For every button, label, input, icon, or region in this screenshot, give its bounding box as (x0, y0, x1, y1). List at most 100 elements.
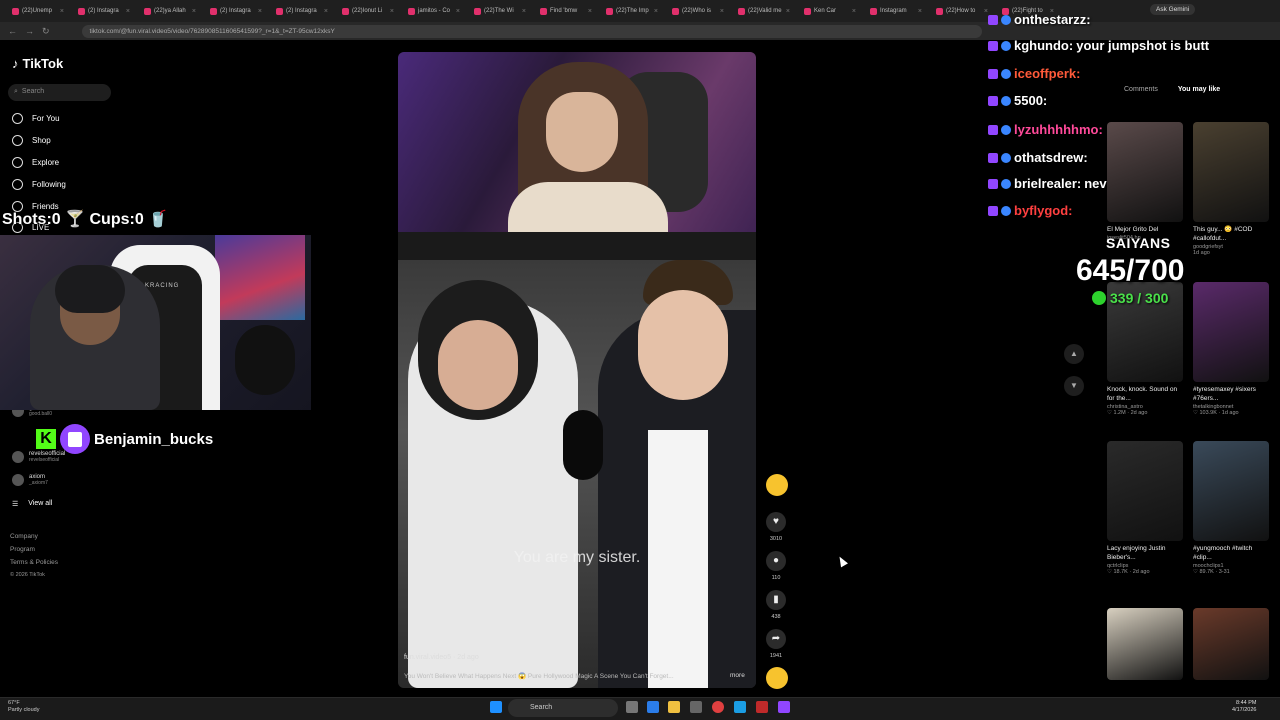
video-card-info[interactable]: This guy... 😳 #COD #callofdut... goodgrie… (1193, 226, 1271, 256)
tiktok-logo[interactable]: ♪ TikTok (12, 56, 63, 71)
close-icon[interactable]: × (126, 8, 130, 15)
browser-tab[interactable]: (22)Ionut Li × (336, 2, 400, 20)
video-thumbnail[interactable] (1193, 608, 1269, 680)
close-icon[interactable]: × (918, 8, 922, 15)
browser-tab[interactable]: (22)How to × (930, 2, 994, 20)
search-input[interactable]: ⌕ Search (8, 84, 111, 101)
close-icon[interactable]: × (522, 8, 526, 15)
comment-button[interactable]: ● 110 (766, 551, 786, 581)
tab-favicon-icon (474, 7, 481, 15)
heart-icon: ♥ (766, 512, 786, 532)
task-view-icon[interactable] (626, 701, 638, 713)
video-thumbnail[interactable] (1193, 282, 1269, 382)
close-icon[interactable]: × (324, 8, 328, 15)
video-thumbnail[interactable] (1107, 608, 1183, 680)
video-thumbnail[interactable] (1107, 122, 1183, 222)
sub-badge-icon (1001, 152, 1011, 163)
close-icon[interactable]: × (258, 8, 262, 15)
twitch-taskbar-icon[interactable] (778, 701, 790, 713)
settings-icon[interactable] (690, 701, 702, 713)
chat-username: onthestarzz: (1014, 12, 1091, 27)
chrome-icon[interactable] (712, 701, 724, 713)
windows-start-icon[interactable] (490, 701, 502, 713)
app-icon[interactable] (756, 701, 768, 713)
url-field[interactable]: tiktok.com/@fun.viral.video5/video/76289… (81, 24, 982, 38)
close-icon[interactable]: × (852, 8, 856, 15)
following-account[interactable]: axiom _axiom7 (12, 474, 48, 486)
sidebar-item-following[interactable]: Following (12, 179, 66, 190)
video-author[interactable]: fun.viral.video5 · 2d ago (404, 654, 479, 661)
forward-icon[interactable]: → (25, 26, 34, 36)
file-explorer-icon[interactable] (668, 701, 680, 713)
browser-tab[interactable]: (22)Unemp × (6, 2, 70, 20)
right-panel-tabs: Comments You may like (1124, 86, 1220, 93)
tab-favicon-icon (78, 7, 85, 15)
home-icon (12, 113, 23, 124)
tab-you-may-like[interactable]: You may like (1178, 86, 1220, 93)
sidebar-item-explore[interactable]: Explore (12, 157, 59, 168)
browser-tab[interactable]: (22)Valid me × (732, 2, 796, 20)
chevron-down-icon: ▼ (1070, 381, 1078, 390)
video-player[interactable]: You are my sister. fun.viral.video5 · 2d… (398, 52, 756, 688)
save-button[interactable]: ▮ 438 (766, 590, 786, 620)
prev-video-button[interactable]: ▲ (1064, 344, 1084, 364)
video-card-info[interactable]: Lacy enjoying Justin Bieber's... qctrlcli… (1107, 545, 1185, 575)
browser-tab[interactable]: Instagram × (864, 2, 928, 20)
sub-badge-icon (1001, 14, 1011, 25)
browser-tab[interactable]: (2) Instagra × (270, 2, 334, 20)
system-clock[interactable]: 8:44 PM 4/17/2026 (1232, 700, 1256, 714)
video-thumbnail[interactable] (1107, 441, 1183, 541)
browser-tab[interactable]: (2) Instagra × (204, 2, 268, 20)
webcam-feed: AKRACING (0, 235, 311, 410)
browser-tab[interactable]: (22)The Wi × (468, 2, 532, 20)
weather-widget[interactable]: 67°F Partly cloudy (8, 700, 40, 714)
footer-link: © 2026 TikTok (10, 572, 45, 578)
sound-avatar[interactable] (766, 667, 788, 689)
footer-link[interactable]: Terms & Policies (10, 559, 58, 566)
close-icon[interactable]: × (192, 8, 196, 15)
sound-disc-icon (766, 667, 788, 689)
video-thumbnail[interactable] (1193, 441, 1269, 541)
browser-tab[interactable]: (22)ya Allah × (138, 2, 202, 20)
video-card-info[interactable]: Knock, knock. Sound on for the... christi… (1107, 386, 1185, 416)
browser-tab[interactable]: (22)The Imp × (600, 2, 664, 20)
like-button[interactable]: ♥ 3010 (766, 512, 786, 542)
close-icon[interactable]: × (390, 8, 394, 15)
footer-link[interactable]: Company (10, 533, 38, 540)
taskbar (0, 697, 1280, 720)
view-all-link[interactable]: ☰ View all (12, 500, 52, 508)
back-icon[interactable]: ← (8, 26, 17, 36)
close-icon[interactable]: × (588, 8, 592, 15)
taskbar-search[interactable]: Search (508, 699, 618, 717)
edge-icon[interactable] (647, 701, 659, 713)
close-icon[interactable]: × (654, 8, 658, 15)
close-icon[interactable]: × (456, 8, 460, 15)
close-icon[interactable]: × (720, 8, 724, 15)
creator-avatar[interactable] (766, 474, 788, 496)
twitch-badge-icon (988, 40, 998, 51)
next-video-button[interactable]: ▼ (1064, 376, 1084, 396)
more-link[interactable]: more (730, 672, 745, 679)
bookmark-icon: ▮ (766, 590, 786, 610)
video-card-info[interactable]: #tyresemaxey #sixers #76ers... thetalking… (1193, 386, 1271, 416)
close-icon[interactable]: × (60, 8, 64, 15)
close-icon[interactable]: × (786, 8, 790, 15)
share-button[interactable]: ➦ 1941 (766, 629, 786, 659)
streamer-name: Benjamin_bucks (94, 430, 214, 448)
sidebar-item-for-you[interactable]: For You (12, 113, 60, 124)
browser-tab[interactable]: Ken Car × (798, 2, 862, 20)
reload-icon[interactable]: ↻ (42, 26, 50, 37)
tab-favicon-icon (210, 7, 217, 15)
telegram-icon[interactable] (734, 701, 746, 713)
tab-comments[interactable]: Comments (1124, 86, 1158, 93)
browser-tab[interactable]: jamitos - Co × (402, 2, 466, 20)
gemini-button[interactable]: Ask Gemini (1150, 4, 1196, 15)
browser-tab[interactable]: (2) Instagra × (72, 2, 136, 20)
video-card-info[interactable]: #yungmooch #twitch #clip... moochclips1 ♡ … (1193, 545, 1271, 575)
footer-link[interactable]: Program (10, 546, 35, 553)
browser-tab[interactable]: (22)Who is × (666, 2, 730, 20)
video-thumbnail[interactable] (1193, 122, 1269, 222)
sidebar-item-shop[interactable]: Shop (12, 135, 51, 146)
twitch-logo-icon (60, 424, 90, 454)
browser-tab[interactable]: Find 'bmw × (534, 2, 598, 20)
